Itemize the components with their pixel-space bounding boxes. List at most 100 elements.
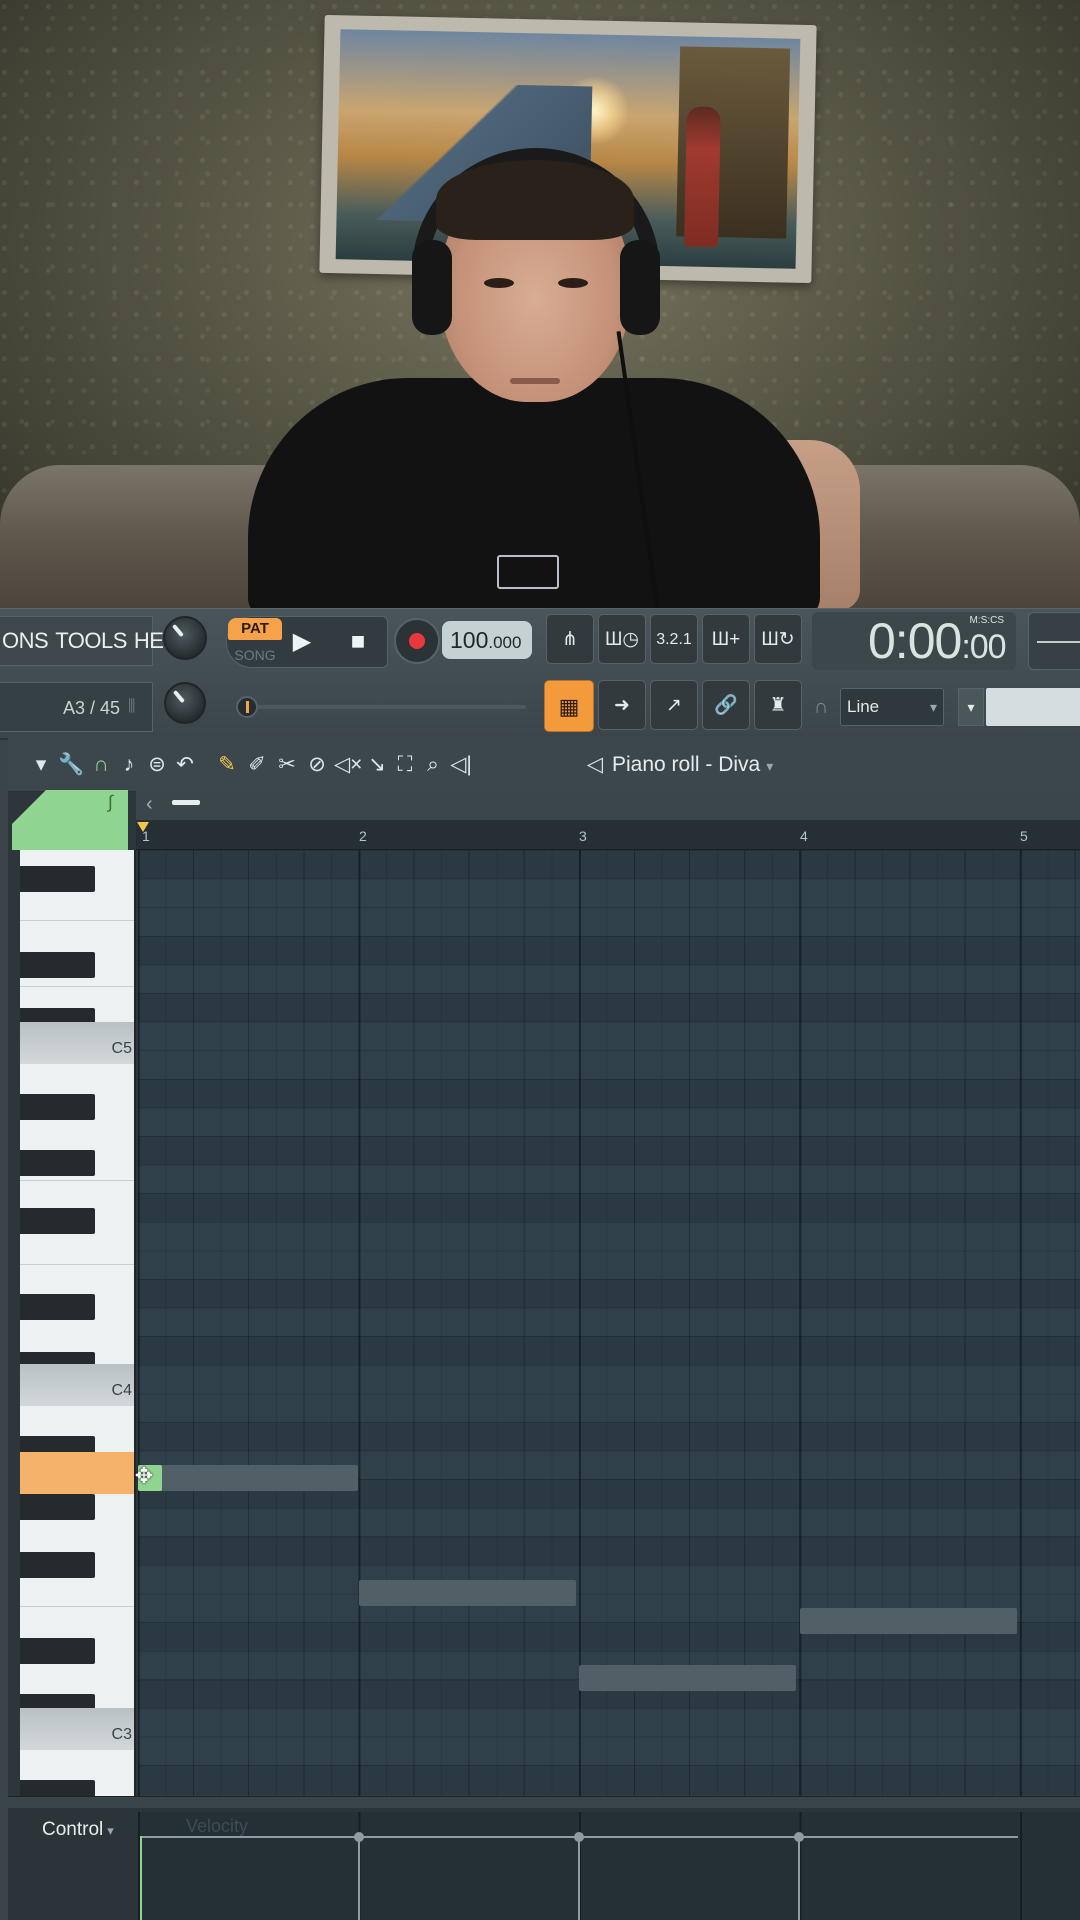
scroll-thumb[interactable] [172, 800, 200, 805]
velocity-handle[interactable] [574, 1832, 584, 1842]
pat-button[interactable]: PAT [228, 618, 282, 640]
key-divider [20, 1180, 134, 1181]
grid-row-black [138, 993, 1080, 1022]
step-edit-icon[interactable]: Ш+ [702, 614, 750, 664]
key-divider [20, 986, 134, 987]
velocity-lane[interactable] [138, 1812, 1080, 1920]
shirt-logo [497, 555, 559, 589]
wait-record-icon[interactable]: Ш◷ [598, 614, 646, 664]
piano-roll-button[interactable]: ▦ [544, 680, 594, 732]
note-grid[interactable] [138, 850, 1080, 1796]
stamp-icon[interactable]: ⊜ [144, 752, 170, 778]
arrow-right-icon[interactable]: ➜ [598, 680, 646, 730]
black-key[interactable] [20, 1094, 95, 1120]
black-key[interactable] [20, 1638, 95, 1664]
horizontal-scrollbar[interactable] [136, 790, 1080, 820]
stop-button[interactable]: ■ [343, 627, 373, 657]
time-frac: :00 [961, 628, 1006, 666]
loop-record-icon[interactable]: Ш↻ [754, 614, 802, 664]
mute-icon[interactable]: ◁× [334, 752, 362, 778]
black-key[interactable] [20, 1208, 95, 1234]
zoom-icon[interactable]: ⌕ [420, 752, 446, 778]
delete-icon[interactable]: ⊘ [304, 752, 330, 778]
black-key[interactable] [20, 1150, 95, 1176]
playback-icon[interactable]: ◁| [448, 752, 474, 778]
black-key[interactable] [20, 952, 95, 978]
song-position-display[interactable]: 0:00:00 M:S:CS [812, 612, 1016, 670]
scroll-left-icon[interactable]: ‹ [146, 790, 153, 818]
note-a3[interactable] [138, 1465, 358, 1491]
pencil-icon[interactable]: ✎ [214, 752, 240, 778]
menu-item-tools[interactable]: TOOLS [55, 628, 127, 654]
key-c3[interactable]: C3 [20, 1708, 134, 1750]
painting-figure [683, 106, 721, 248]
control-selector[interactable]: Control [42, 1816, 114, 1845]
event-splitter[interactable] [8, 1796, 1080, 1808]
menu-item-options[interactable]: ONS [2, 628, 49, 654]
magnet-icon[interactable]: ∩ [88, 752, 114, 778]
note-icon[interactable]: ♪ [116, 752, 142, 778]
black-key[interactable] [20, 1552, 95, 1578]
countdown-icon[interactable]: 3.2.1 [650, 614, 698, 664]
velocity-label: Velocity [186, 1816, 249, 1836]
black-key[interactable] [20, 866, 95, 892]
bar-number: 4 [800, 828, 808, 844]
cpu-panel [1028, 612, 1080, 670]
grid-row-black [138, 1765, 1080, 1794]
piano-roll-toolbar: ▾ 🔧 ∩ ♪ ⊜ ↶ ✎ ✐ ✂ ⊘ ◁× ↘ ⛶ ⌕ ◁| ◁ Piano … [8, 738, 1080, 792]
velocity-bar[interactable] [140, 1836, 142, 1920]
grid-row-black [138, 1193, 1080, 1222]
note-c3[interactable] [579, 1665, 796, 1691]
slip-icon[interactable]: ↘ [364, 752, 390, 778]
velocity-bar[interactable] [358, 1836, 360, 1920]
key-divider [20, 920, 134, 921]
tempo-field[interactable]: 100.000 [442, 621, 532, 659]
record-button[interactable] [394, 618, 440, 664]
key-c4[interactable]: C4 [20, 1364, 134, 1406]
piano-roll-title[interactable]: Piano roll - Diva [612, 750, 773, 781]
tempo-fraction: .000 [488, 633, 522, 652]
velocity-bar[interactable] [578, 1836, 580, 1920]
timeline-ruler[interactable] [136, 820, 1080, 850]
link-icon[interactable]: 🔗 [702, 680, 750, 730]
key-c5[interactable]: C5 [20, 1022, 134, 1064]
velocity-handle[interactable] [354, 1832, 364, 1842]
grid-row-black [138, 1136, 1080, 1165]
key-a3-highlighted[interactable] [20, 1452, 134, 1494]
velocity-handle[interactable] [794, 1832, 804, 1842]
velocity-bar[interactable] [798, 1836, 800, 1920]
plugin-picker-icon[interactable]: ↗ [650, 680, 698, 730]
brush-icon[interactable]: ✐ [244, 752, 270, 778]
snap-field[interactable] [986, 688, 1080, 726]
playhead-marker[interactable] [137, 822, 149, 832]
headset-icon: ∩ [814, 696, 829, 718]
song-button[interactable]: SONG [228, 644, 282, 666]
speaker-icon[interactable]: ◁ [582, 752, 608, 778]
black-key[interactable] [20, 1294, 95, 1320]
mixer-knob-icon[interactable]: ♜ [754, 680, 802, 730]
note-e3[interactable] [359, 1580, 576, 1606]
black-key[interactable] [20, 1780, 95, 1796]
bar-number: 5 [1020, 828, 1028, 844]
curve-icon: ∫ [108, 792, 113, 812]
song-position-slider[interactable] [232, 696, 528, 718]
master-volume-knob[interactable] [163, 616, 207, 660]
undo-icon[interactable]: ↶ [172, 752, 198, 778]
chevron-down-icon[interactable]: ▾ [958, 688, 984, 726]
grid-row-black [138, 1079, 1080, 1108]
wrench-icon[interactable]: 🔧 [58, 752, 84, 778]
note-d3[interactable] [800, 1608, 1017, 1634]
piano-keyboard[interactable]: C5 C4 C3 [20, 850, 136, 1796]
pitch-knob[interactable] [164, 682, 206, 724]
select-icon[interactable]: ⛶ [392, 752, 418, 778]
pattern-song-switch[interactable]: PAT SONG [228, 618, 282, 666]
snap-mode-select[interactable]: Line [840, 688, 944, 726]
play-button[interactable]: ▶ [290, 627, 314, 657]
metronome-icon[interactable]: ⋔ [546, 614, 594, 664]
black-key[interactable] [20, 1494, 95, 1520]
slider-thumb[interactable] [236, 696, 258, 718]
key-divider [20, 1264, 134, 1265]
options-menu-icon[interactable]: ▾ [28, 752, 54, 778]
slice-icon[interactable]: ✂ [274, 752, 300, 778]
person-eye-left [484, 278, 514, 288]
